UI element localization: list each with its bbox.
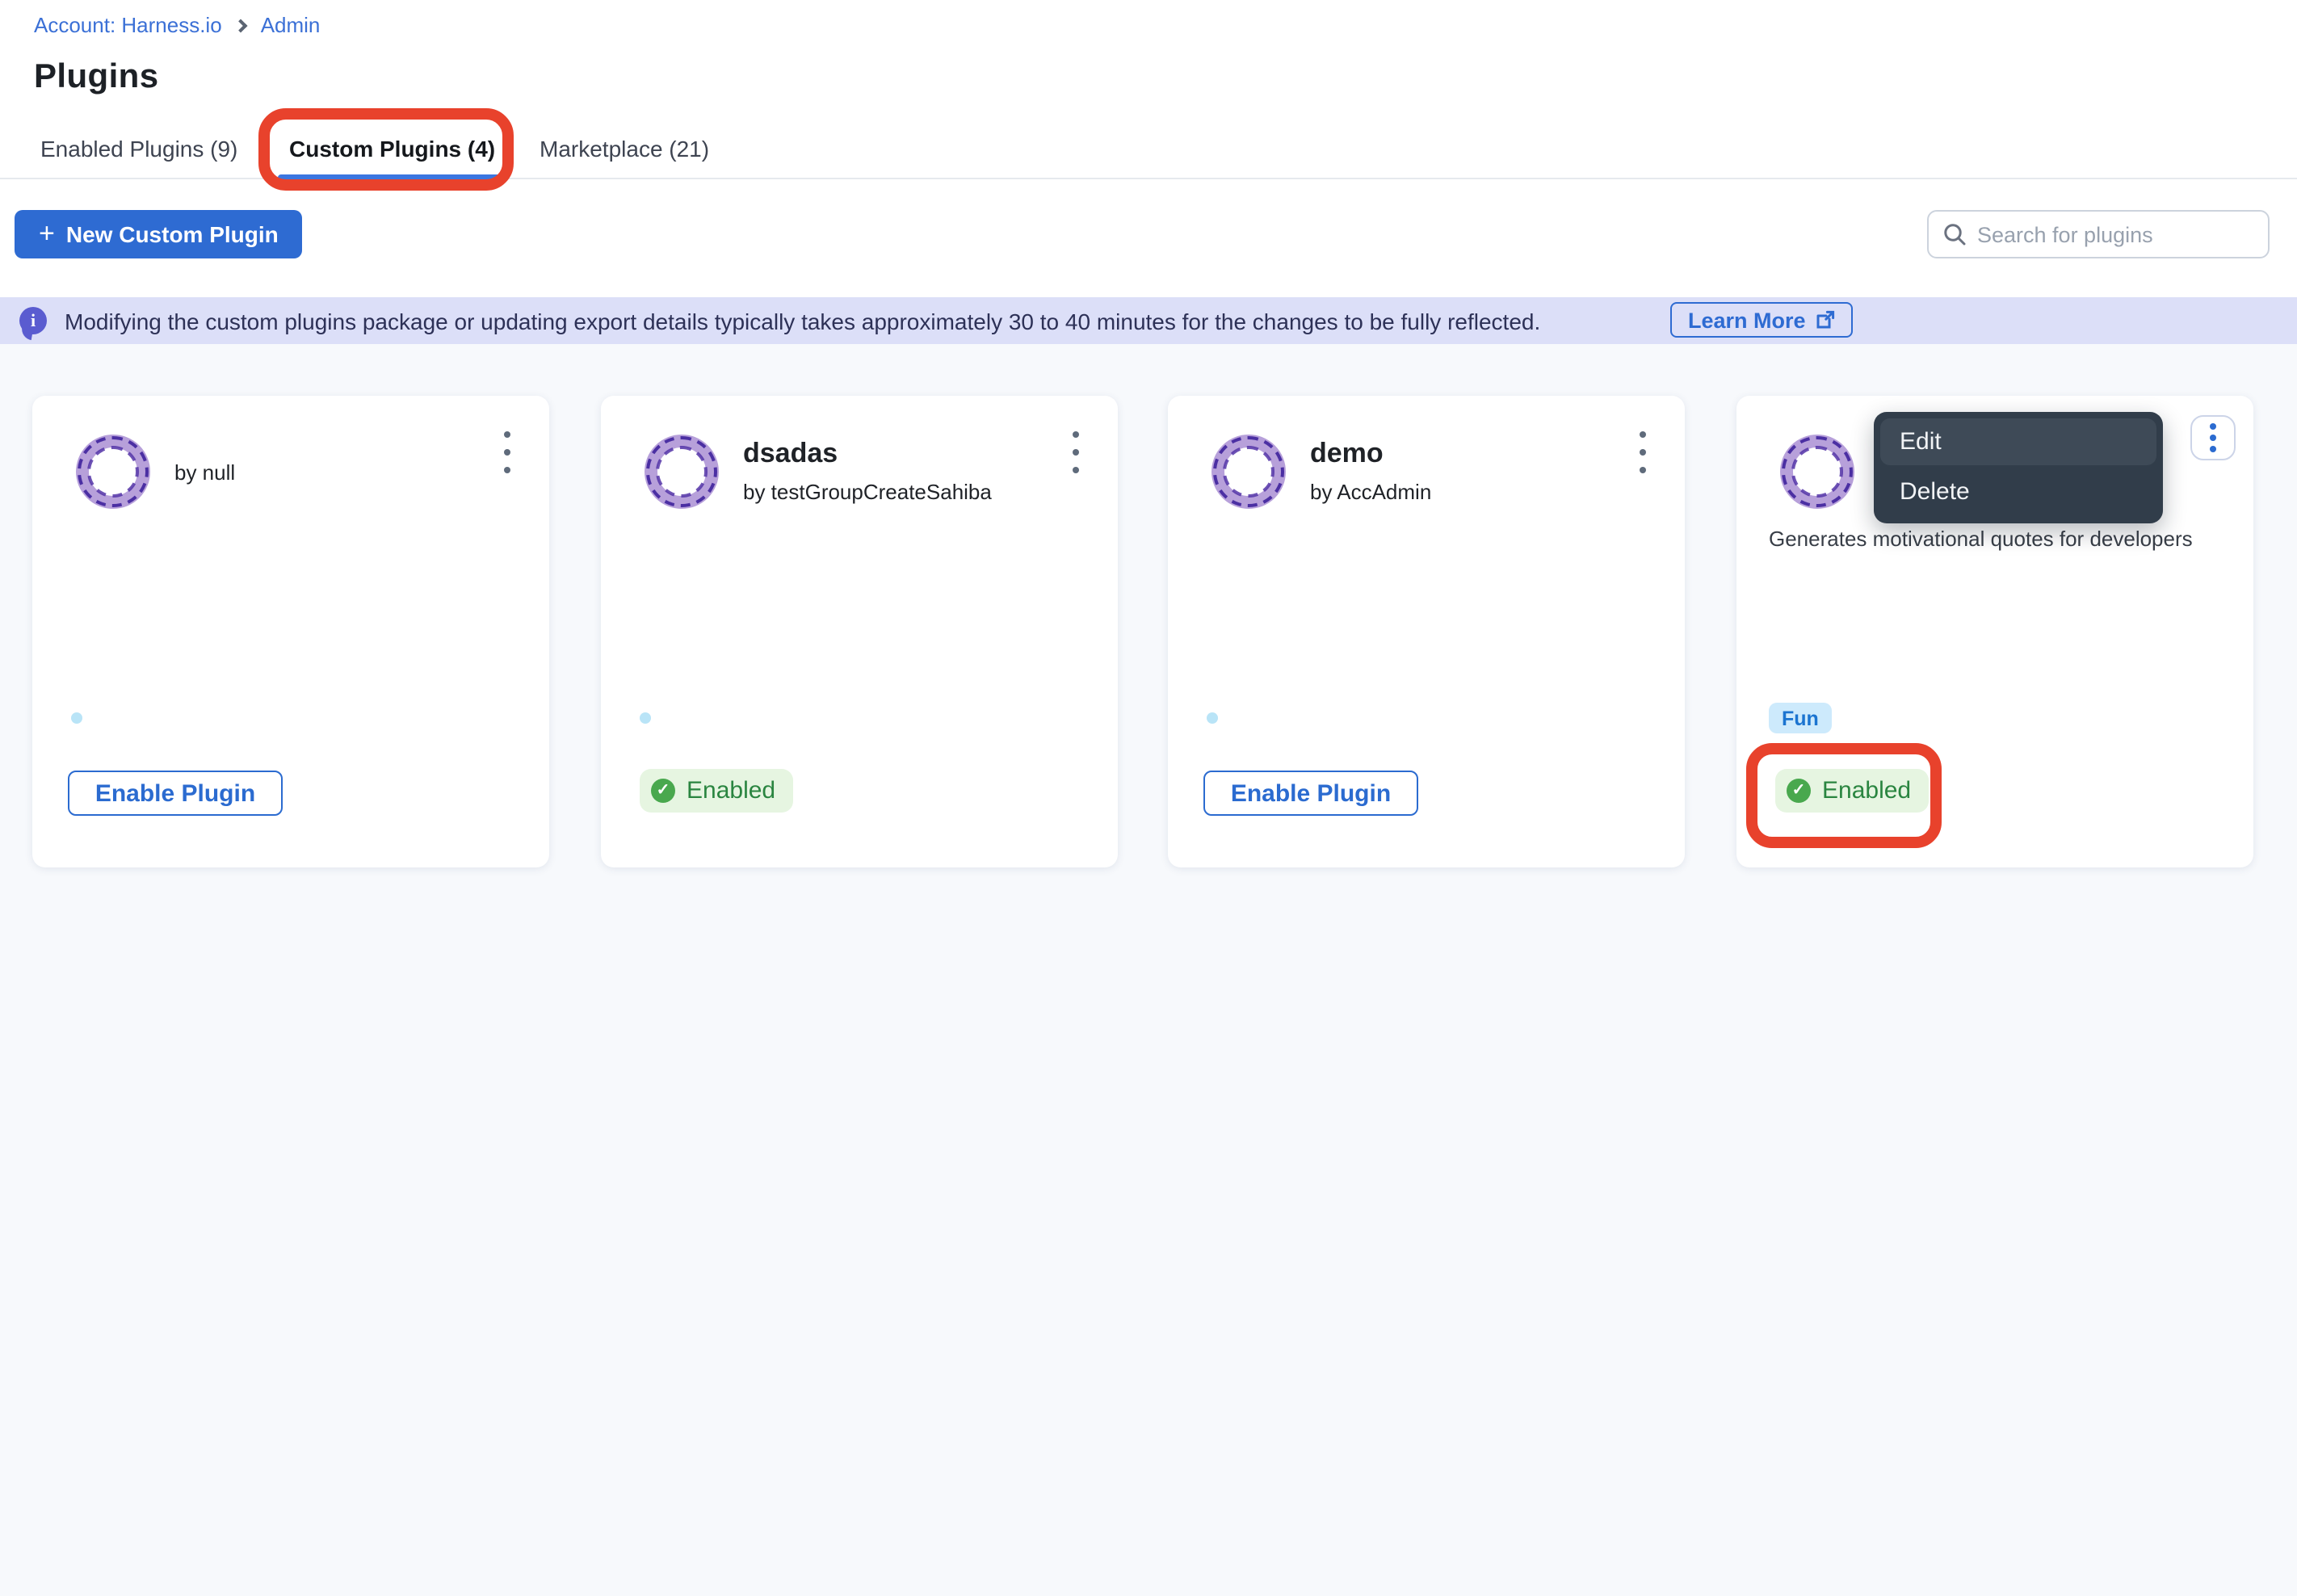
- plugin-description: Generates motivational quotes for develo…: [1769, 527, 2229, 551]
- plugin-card-demo: demo by AccAdmin Enable Plugin: [1168, 396, 1685, 867]
- new-custom-plugin-button[interactable]: + New Custom Plugin: [15, 210, 303, 258]
- external-link-icon: [1816, 310, 1835, 330]
- enable-plugin-button[interactable]: Enable Plugin: [68, 771, 283, 816]
- plugin-title: demo: [1310, 438, 1384, 470]
- check-icon: ✓: [651, 779, 675, 803]
- tab-bar: Enabled Plugins (9) Custom Plugins (4) M…: [0, 113, 2297, 179]
- plugin-card-dsadas: dsadas by testGroupCreateSahiba ✓ Enable…: [601, 396, 1118, 867]
- plugin-author: by AccAdmin: [1310, 480, 1431, 504]
- tab-marketplace[interactable]: Marketplace (21): [540, 136, 709, 162]
- breadcrumb: Account: Harness.io Admin: [34, 13, 320, 37]
- empty-tag-dot: [640, 712, 651, 724]
- tag-fun: Fun: [1769, 703, 1832, 733]
- chevron-right-icon: [234, 19, 248, 33]
- tab-custom-plugins[interactable]: Custom Plugins (4): [289, 136, 495, 162]
- kebab-menu-icon[interactable]: [1063, 431, 1089, 473]
- plugin-search-box[interactable]: [1927, 210, 2270, 258]
- plugin-author: by null: [174, 460, 235, 485]
- plugins-admin-page: Account: Harness.io Admin Plugins Enable…: [0, 0, 2297, 1596]
- plugin-logo-icon: [1211, 435, 1286, 509]
- plugin-logo-icon: [76, 435, 150, 509]
- menu-item-edit[interactable]: Edit: [1880, 418, 2156, 465]
- learn-more-button[interactable]: Learn More: [1670, 302, 1853, 338]
- kebab-menu-icon[interactable]: [1630, 431, 1656, 473]
- info-icon: i: [19, 307, 47, 334]
- breadcrumb-admin-link[interactable]: Admin: [261, 13, 321, 37]
- kebab-menu-icon[interactable]: [494, 431, 520, 473]
- check-icon: ✓: [1787, 779, 1811, 803]
- tab-enabled-plugins[interactable]: Enabled Plugins (9): [40, 136, 237, 162]
- plugin-logo-icon: [645, 435, 719, 509]
- breadcrumb-account-link[interactable]: Account: Harness.io: [34, 13, 222, 37]
- empty-tag-dot: [1207, 712, 1218, 724]
- banner-message: Modifying the custom plugins package or …: [65, 308, 1540, 334]
- context-menu: Edit Delete: [1874, 412, 2163, 523]
- enable-plugin-button[interactable]: Enable Plugin: [1203, 771, 1418, 816]
- plugin-title: dsadas: [743, 438, 838, 470]
- search-input[interactable]: [1977, 222, 2253, 246]
- enabled-status-badge: ✓ Enabled: [640, 769, 793, 813]
- kebab-menu-button-active[interactable]: [2190, 415, 2236, 460]
- plugin-logo-icon: [1780, 435, 1854, 509]
- page-title: Plugins: [34, 58, 159, 97]
- active-tab-underline: [278, 174, 504, 181]
- enabled-label: Enabled: [687, 777, 775, 804]
- empty-tag-dot: [71, 712, 82, 724]
- enabled-status-badge: ✓ Enabled: [1775, 769, 1929, 813]
- plugin-author: by testGroupCreateSahiba: [743, 480, 992, 504]
- enabled-label: Enabled: [1822, 777, 1911, 804]
- plus-icon: +: [39, 219, 55, 246]
- plugin-card-motivational-quotes: Generates motivational quotes for develo…: [1736, 396, 2253, 867]
- info-banner: i Modifying the custom plugins package o…: [0, 297, 2297, 344]
- new-custom-plugin-label: New Custom Plugin: [66, 221, 279, 247]
- search-icon: [1943, 223, 1966, 246]
- menu-item-delete[interactable]: Delete: [1880, 468, 2156, 515]
- learn-more-label: Learn More: [1688, 308, 1806, 332]
- plugin-card-null: by null Enable Plugin: [32, 396, 549, 867]
